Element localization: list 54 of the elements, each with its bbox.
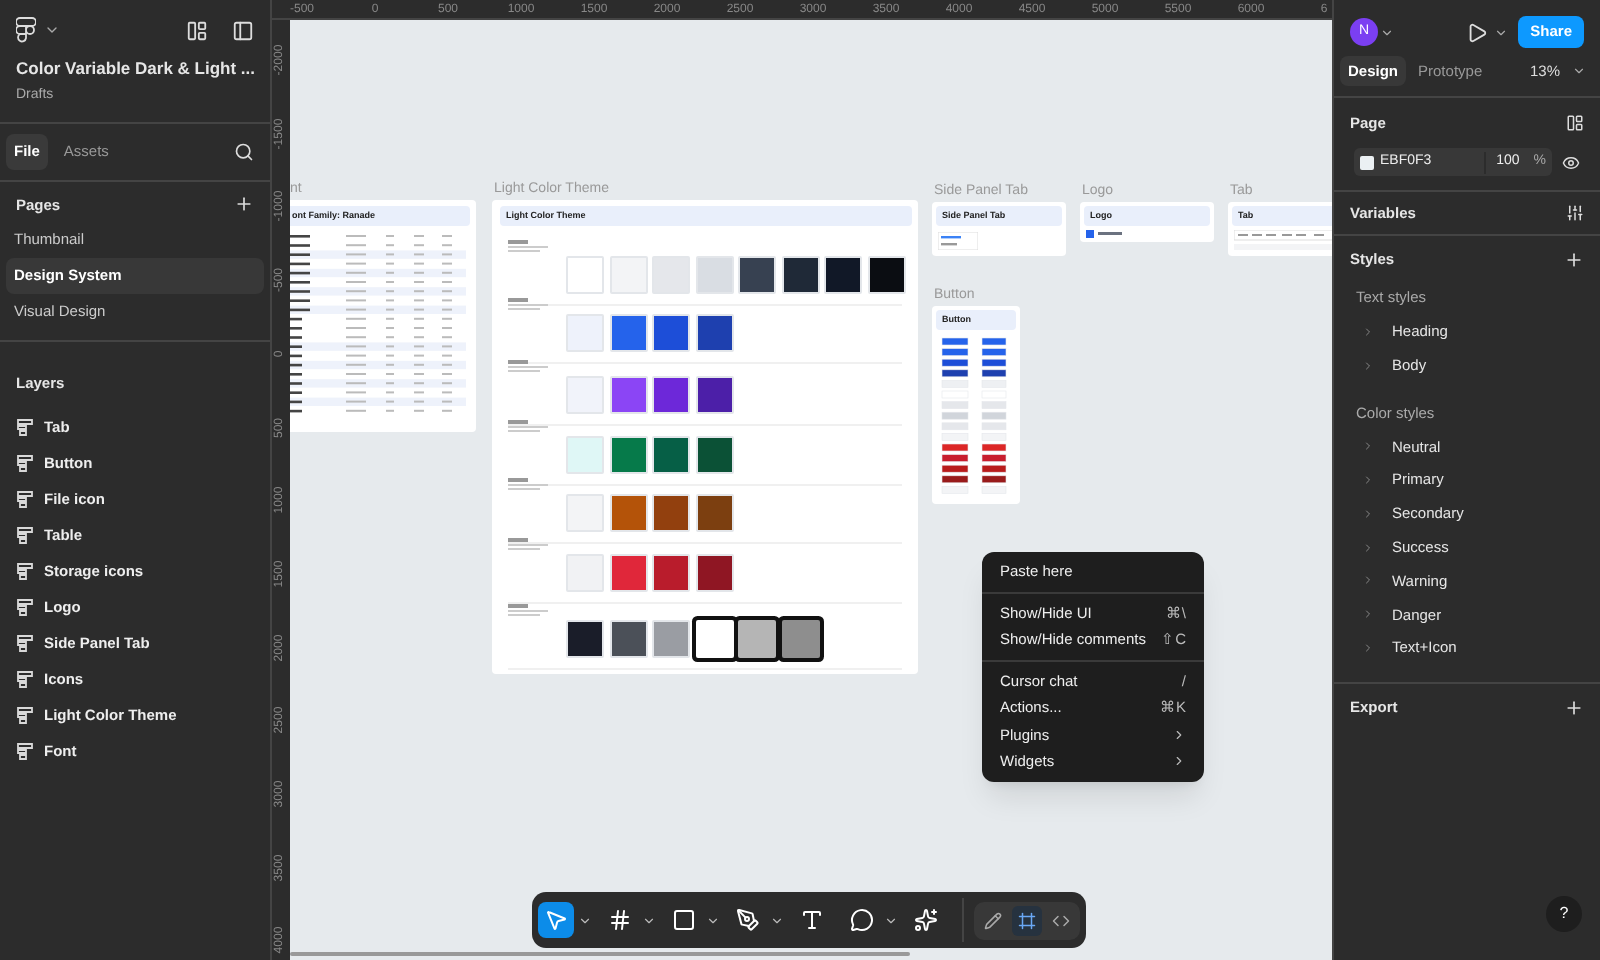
help-button[interactable]: ? — [1546, 896, 1582, 932]
pencil-icon — [984, 911, 1002, 929]
swatch-description-drawing — [508, 240, 552, 256]
chevron-down-icon[interactable] — [1380, 25, 1394, 39]
dropdown-icon[interactable] — [578, 913, 592, 927]
swatch-description-drawing — [508, 478, 552, 494]
swatch-description-drawing — [508, 360, 552, 376]
dropdown-icon[interactable] — [706, 913, 720, 927]
component-icon — [16, 670, 34, 689]
component-icon — [16, 598, 34, 617]
play-icon[interactable] — [1466, 21, 1489, 43]
dropdown-icon[interactable] — [770, 913, 784, 927]
logo-icon[interactable] — [16, 16, 36, 44]
component-icon — [16, 562, 34, 581]
tool-button[interactable] — [538, 902, 574, 938]
add-icon[interactable] — [1564, 697, 1584, 718]
visibility-icon[interactable] — [1562, 153, 1580, 172]
frame-tool-icon — [608, 908, 632, 932]
swatch-description-drawing — [508, 420, 552, 436]
file-title: Color Variable Dark & Light ... — [16, 56, 255, 82]
component-icon — [16, 526, 34, 545]
move-tool-icon — [544, 908, 568, 932]
swatch-description-drawing — [508, 298, 552, 314]
chevron-down-icon[interactable] — [1572, 64, 1586, 78]
comment-tool-icon — [850, 908, 874, 932]
text-tool-icon — [800, 908, 824, 932]
component-icon — [16, 490, 34, 509]
sliders-icon[interactable] — [1566, 204, 1584, 223]
component-icon — [16, 634, 34, 653]
color-chip-icon — [1360, 155, 1374, 170]
swatch-description-drawing — [508, 538, 552, 554]
sparkle-icon — [914, 908, 938, 932]
add-icon[interactable] — [1564, 249, 1584, 270]
horizontal-scrollbar[interactable] — [290, 952, 910, 956]
dropdown-icon[interactable] — [884, 913, 898, 927]
tab-bar-drawing — [1234, 230, 1332, 252]
logo-drawing — [1086, 230, 1122, 238]
chevron-down-icon[interactable] — [44, 22, 60, 38]
add-icon[interactable] — [234, 194, 254, 215]
component-icon — [16, 454, 34, 473]
search-icon[interactable] — [234, 141, 254, 162]
tab-list-drawing — [938, 232, 978, 250]
component-icon — [16, 742, 34, 761]
rectangle-tool-icon — [672, 908, 696, 932]
mode-button[interactable] — [1012, 905, 1042, 935]
pen-tool-icon — [736, 908, 760, 932]
dropdown-icon[interactable] — [642, 913, 656, 927]
canvas[interactable] — [290, 20, 1332, 960]
chevron-down-icon[interactable] — [1494, 25, 1509, 39]
code-icon — [1052, 911, 1070, 929]
component-icon — [16, 418, 34, 437]
sidebar-icon[interactable] — [232, 19, 254, 41]
component-icon — [16, 706, 34, 725]
swatch-description-drawing — [508, 604, 552, 620]
